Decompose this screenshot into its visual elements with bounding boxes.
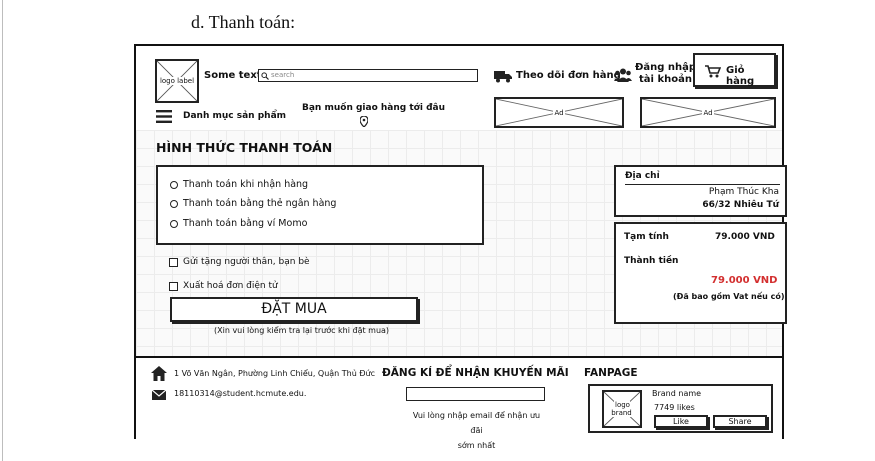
total-value: 79.000 VND: [711, 275, 778, 286]
search-placeholder: search: [271, 71, 295, 79]
mail-icon: [152, 390, 166, 400]
track-order-link[interactable]: Theo dõi đơn hàng: [516, 70, 621, 81]
brand-logo-label: logo brand: [611, 401, 633, 417]
payment-option-momo[interactable]: Thanh toán bằng ví Momo: [170, 218, 307, 229]
truck-icon: [494, 71, 512, 83]
checkbox[interactable]: [169, 281, 178, 291]
order-summary: Tạm tính 79.000 VND Thành tiền 79.000 VN…: [614, 222, 787, 324]
section-title: HÌNH THỨC THANH TOÁN: [156, 140, 333, 155]
invoice-option-label: Xuất hoá đơn điện tử: [183, 281, 278, 291]
fanpage-title: FANPAGE: [584, 367, 638, 379]
payment-methods: Thanh toán khi nhận hàng Thanh toán bằng…: [156, 165, 484, 245]
divider: [625, 184, 780, 185]
login-line-1: Đăng nhập: [635, 62, 697, 73]
home-icon: [151, 366, 167, 381]
checkbox[interactable]: [169, 257, 178, 267]
header-some-text: Some text: [204, 70, 262, 81]
document-edge: [2, 0, 3, 461]
address-street: 66/32 Nhiêu Tứ: [702, 200, 779, 210]
radio-button[interactable]: [170, 180, 178, 189]
ad-label-1: Ad: [553, 108, 565, 117]
checkout-content: HÌNH THỨC THANH TOÁN Thanh toán khi nhận…: [136, 130, 787, 356]
order-note: (Xin vui lòng kiểm tra lại trước khi đặt…: [214, 326, 390, 335]
radio-button[interactable]: [170, 219, 178, 228]
delivery-location[interactable]: Bạn muốn giao hàng tới đâu: [302, 103, 445, 113]
share-button[interactable]: Share: [713, 415, 767, 428]
promo-note-line-1: Vui lòng nhập email để nhận ưu đãi: [412, 411, 541, 435]
payment-option-cod[interactable]: Thanh toán khi nhận hàng: [170, 179, 308, 190]
site-footer: 1 Võ Văn Ngân, Phường Linh Chiểu, Quận T…: [136, 356, 782, 450]
like-label: Like: [673, 417, 689, 426]
ad-label-2: Ad: [702, 108, 714, 117]
footer-address: 1 Võ Văn Ngân, Phường Linh Chiểu, Quận T…: [174, 369, 376, 378]
brand-likes: 7749 likes: [654, 403, 695, 412]
promo-note: Vui lòng nhập email để nhận ưu đãi sớm n…: [406, 408, 547, 453]
promo-note-line-2: sớm nhất: [457, 441, 496, 450]
place-order-button[interactable]: ĐẶT MUA: [170, 297, 418, 322]
place-order-label: ĐẶT MUA: [261, 301, 327, 317]
subtotal-value: 79.000 VND: [715, 232, 775, 242]
wireframe: logo label Some text search Theo dõi đơn…: [134, 44, 787, 450]
payment-option-label: Thanh toán bằng thẻ ngân hàng: [183, 198, 337, 209]
cart-label: Giỏ hàng: [726, 65, 755, 87]
payment-option-label: Thanh toán khi nhận hàng: [183, 179, 309, 190]
brand-logo-placeholder: logo brand: [602, 390, 642, 428]
gift-checkbox-row[interactable]: Gửi tặng người thân, bạn bè: [169, 257, 310, 267]
address-name: Phạm Thúc Kha: [708, 187, 779, 197]
cart-icon: [705, 65, 721, 78]
login-line-2: tài khoản: [639, 74, 692, 85]
footer-email[interactable]: 18110314@student.hcmute.edu.: [174, 389, 306, 398]
payment-option-card[interactable]: Thanh toán bằng thẻ ngân hàng: [170, 198, 336, 209]
category-menu[interactable]: Danh mục sản phẩm: [183, 111, 286, 121]
vat-note: (Đã bao gồm Vat nếu có): [673, 292, 785, 301]
total-label: Thành tiền: [624, 256, 679, 266]
location-pin-icon: [360, 116, 368, 127]
logo-placeholder[interactable]: logo label: [155, 59, 199, 103]
address-card: Địa chỉ Phạm Thúc Kha 66/32 Nhiêu Tứ: [614, 165, 787, 217]
ad-banner-1[interactable]: Ad: [494, 97, 624, 128]
radio-button[interactable]: [170, 199, 178, 208]
search-icon: [261, 72, 269, 80]
site-header: logo label Some text search Theo dõi đơn…: [136, 46, 782, 132]
brand-name: Brand name: [652, 389, 702, 398]
share-label: Share: [728, 417, 752, 426]
ad-banner-2[interactable]: Ad: [640, 97, 776, 128]
users-icon: [614, 68, 632, 82]
document-heading: d. Thanh toán:: [191, 12, 296, 32]
logo-label: logo label: [158, 77, 196, 85]
like-button[interactable]: Like: [654, 415, 708, 428]
login-link[interactable]: Đăng nhập tài khoản: [635, 62, 696, 86]
payment-option-label: Thanh toán bằng ví Momo: [183, 218, 308, 229]
fanpage-widget: logo brand Brand name 7749 likes Like Sh…: [588, 384, 773, 433]
subtotal-label: Tạm tính: [624, 232, 669, 242]
promo-email-input[interactable]: [406, 387, 545, 401]
invoice-checkbox-row[interactable]: Xuất hoá đơn điện tử: [169, 281, 278, 291]
menu-icon[interactable]: [156, 110, 172, 123]
cart-button[interactable]: Giỏ hàng: [693, 53, 776, 87]
promo-title: ĐĂNG KÍ ĐỂ NHẬN KHUYẾN MÃI: [382, 367, 569, 379]
search-input[interactable]: search: [258, 69, 478, 82]
address-label: Địa chỉ: [625, 171, 660, 181]
gift-option-label: Gửi tặng người thân, bạn bè: [183, 257, 310, 267]
